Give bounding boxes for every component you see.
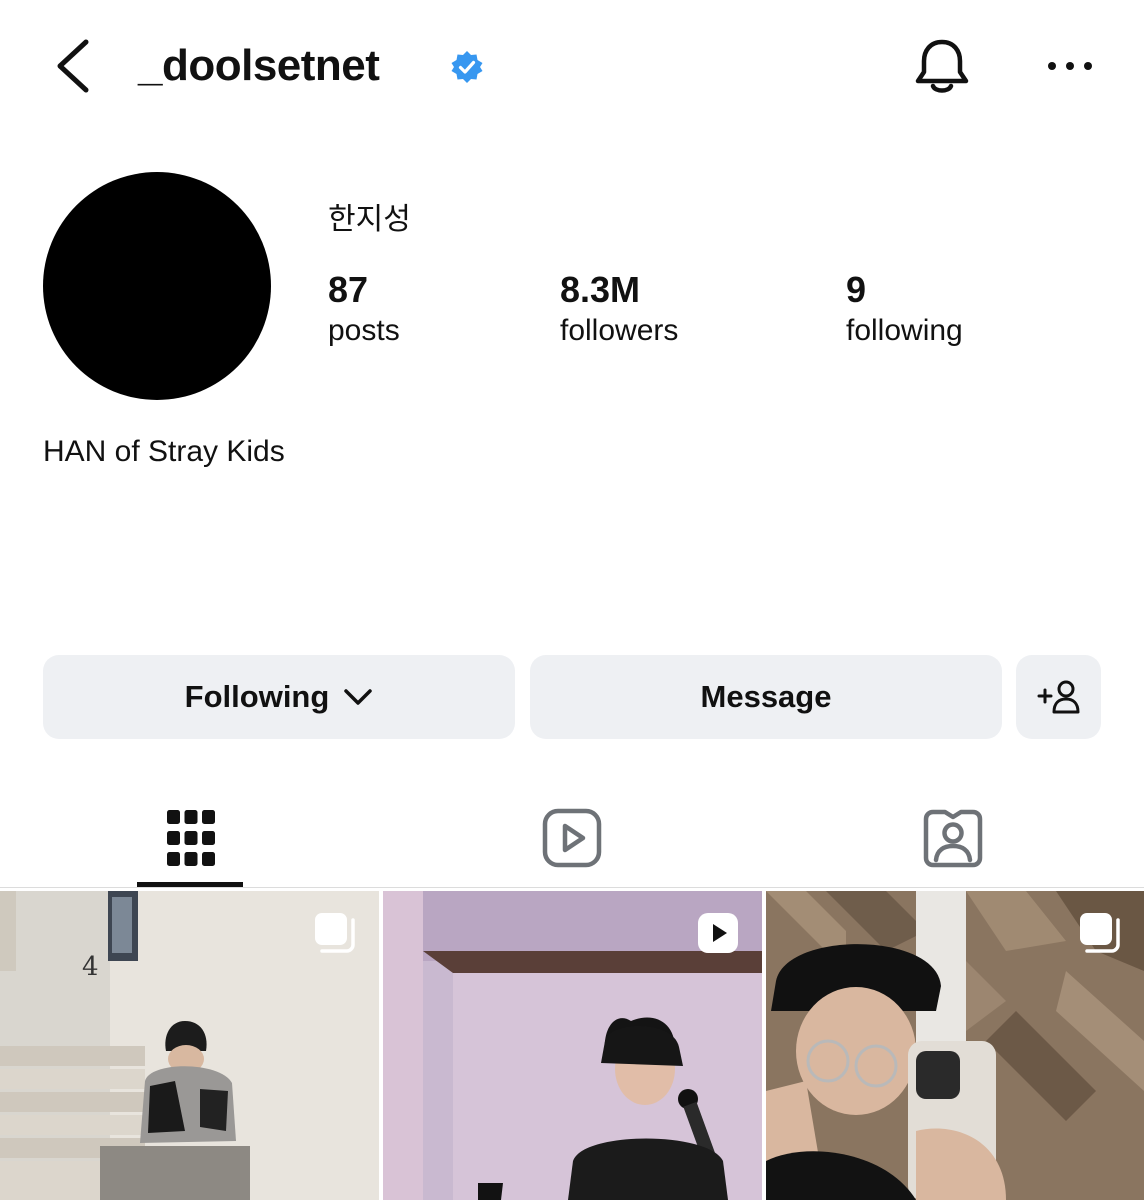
- following-count: 9: [846, 269, 867, 310]
- grid-icon: [166, 810, 215, 866]
- chevron-left-icon: [57, 39, 89, 93]
- stat-posts[interactable]: 87 posts: [328, 268, 400, 350]
- tagged-person-icon: [923, 809, 982, 868]
- verified-badge-icon: [450, 50, 484, 84]
- stat-following[interactable]: 9 following: [846, 268, 963, 350]
- svg-text:4: 4: [82, 952, 99, 982]
- more-options-button[interactable]: [1046, 50, 1094, 82]
- profile-username: _doolsetnet: [138, 41, 380, 90]
- post-thumbnail[interactable]: [383, 891, 762, 1200]
- bell-icon: [915, 39, 969, 93]
- post-thumbnail[interactable]: [766, 891, 1144, 1200]
- following-button[interactable]: Following: [43, 655, 515, 739]
- reels-icon: [542, 808, 601, 868]
- carousel-icon: [315, 913, 355, 953]
- tab-reels[interactable]: [381, 790, 762, 886]
- tab-tagged[interactable]: [762, 790, 1143, 886]
- post-thumbnail[interactable]: 4: [0, 891, 379, 1200]
- back-button[interactable]: [50, 36, 100, 96]
- more-horizontal-icon: [1048, 62, 1092, 70]
- posts-label: posts: [328, 314, 400, 347]
- profile-bio: HAN of Stray Kids: [43, 435, 285, 468]
- following-label: following: [846, 314, 963, 347]
- notifications-button[interactable]: [912, 36, 972, 98]
- carousel-icon: [1080, 913, 1120, 953]
- followers-label: followers: [560, 314, 679, 347]
- followers-count: 8.3M: [560, 269, 641, 310]
- tabs-divider: [0, 887, 1144, 888]
- message-button-label: Message: [700, 679, 832, 714]
- avatar[interactable]: [43, 172, 271, 400]
- chevron-down-icon: [344, 689, 373, 705]
- message-button[interactable]: Message: [530, 655, 1002, 739]
- stat-followers[interactable]: 8.3M followers: [560, 268, 678, 350]
- posts-count: 87: [328, 269, 369, 310]
- suggested-users-button[interactable]: [1016, 655, 1101, 739]
- person-add-icon: [1037, 680, 1079, 714]
- display-name: 한지성: [328, 202, 411, 237]
- following-button-label: Following: [184, 679, 330, 714]
- reel-play-icon: [698, 913, 738, 953]
- tab-posts-grid[interactable]: [0, 790, 381, 886]
